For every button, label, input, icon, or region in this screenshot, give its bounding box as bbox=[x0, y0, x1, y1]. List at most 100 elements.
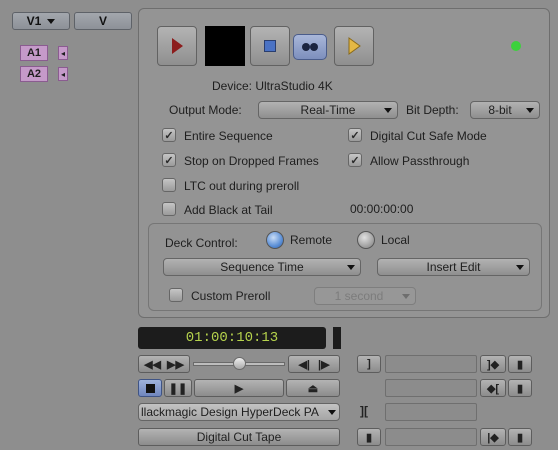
preroll-select[interactable]: 1 second bbox=[314, 287, 416, 305]
remote-radio[interactable] bbox=[266, 231, 284, 249]
shuttle-slider-thumb[interactable] bbox=[233, 357, 246, 370]
digital-cut-safe-mode-checkbox[interactable]: ✓ bbox=[348, 128, 362, 142]
a2-label: A2 bbox=[26, 68, 42, 80]
rewind-icon: ◀◀ bbox=[144, 358, 161, 371]
go-to-out-icon: ◆[ bbox=[486, 382, 500, 395]
allow-passthrough-label: Allow Passthrough bbox=[370, 154, 470, 168]
remote-label: Remote bbox=[290, 233, 333, 247]
output-mode-label: Output Mode: bbox=[169, 103, 242, 117]
deck-select[interactable]: llackmagic Design HyperDeck PA bbox=[138, 403, 340, 421]
a2-monitor-icon[interactable]: ◂ bbox=[58, 67, 68, 81]
pause-deck-button[interactable]: ❚❚ bbox=[164, 379, 192, 397]
a1-track-button[interactable]: A1 bbox=[20, 45, 48, 61]
clear-in-button[interactable]: ▮ bbox=[508, 355, 532, 373]
chevron-down-icon bbox=[47, 18, 56, 24]
duration-field[interactable] bbox=[385, 403, 477, 421]
checkmark-icon: ✓ bbox=[164, 154, 174, 167]
custom-preroll-checkbox[interactable] bbox=[169, 288, 183, 302]
status-indicator bbox=[511, 41, 521, 51]
deck-control-label: Deck Control: bbox=[165, 236, 238, 250]
play-icon bbox=[348, 37, 361, 55]
eject-button[interactable]: ⏏ bbox=[286, 379, 340, 397]
timecode-display: 01:00:10:13 bbox=[138, 327, 326, 349]
play-deck-button[interactable]: ▶ bbox=[194, 379, 284, 397]
a2-track-button[interactable]: A2 bbox=[20, 66, 48, 82]
v1-label: V1 bbox=[26, 14, 42, 28]
time-mode-value: Sequence Time bbox=[220, 260, 304, 274]
digital-cut-safe-mode-label: Digital Cut Safe Mode bbox=[370, 129, 487, 143]
mark-in-button[interactable]: ] bbox=[357, 355, 381, 373]
mark-in-field[interactable] bbox=[385, 355, 477, 373]
output-mode-value: Real-Time bbox=[300, 103, 356, 117]
chevron-down-icon bbox=[526, 108, 534, 113]
record-icon bbox=[172, 38, 183, 54]
clip-field[interactable] bbox=[385, 428, 477, 446]
checkmark-icon: ✓ bbox=[350, 129, 360, 142]
time-mode-select[interactable]: Sequence Time bbox=[163, 258, 361, 276]
stop-icon bbox=[264, 40, 276, 52]
clear-in-icon: ▮ bbox=[516, 358, 524, 371]
play-icon: ▶ bbox=[234, 382, 244, 395]
mark-in-icon: ] bbox=[367, 358, 371, 370]
allow-passthrough-checkbox[interactable]: ✓ bbox=[348, 153, 362, 167]
mark-out-field[interactable] bbox=[385, 379, 477, 397]
rewind-fastforward-buttons[interactable]: ◀◀ ▶▶ bbox=[138, 355, 190, 373]
bit-depth-value: 8-bit bbox=[488, 103, 512, 117]
entire-sequence-label: Entire Sequence bbox=[184, 129, 273, 143]
record-button[interactable] bbox=[157, 26, 197, 66]
digital-cut-tape-button[interactable]: Digital Cut Tape bbox=[138, 428, 340, 446]
tail-timecode: 00:00:00:00 bbox=[350, 202, 414, 216]
go-to-clip-button[interactable]: |◆ bbox=[480, 428, 506, 446]
play-button[interactable] bbox=[334, 26, 374, 66]
add-black-tail-checkbox[interactable] bbox=[162, 202, 176, 216]
output-mode-select[interactable]: Real-Time bbox=[258, 101, 398, 119]
chevron-down-icon bbox=[402, 294, 410, 299]
stop-on-dropped-frames-checkbox[interactable]: ✓ bbox=[162, 153, 176, 167]
custom-preroll-label: Custom Preroll bbox=[191, 289, 271, 303]
duration-icon: ][ bbox=[360, 404, 368, 418]
step-frame-buttons[interactable]: ◀| |▶ bbox=[288, 355, 340, 373]
entire-sequence-checkbox[interactable]: ✓ bbox=[162, 128, 176, 142]
go-to-clip-icon: |◆ bbox=[487, 431, 499, 444]
bit-depth-select[interactable]: 8-bit bbox=[470, 101, 540, 119]
stop-deck-button[interactable] bbox=[138, 379, 162, 397]
clear-clip-button[interactable]: ▮ bbox=[508, 428, 532, 446]
edit-mode-value: Insert Edit bbox=[426, 260, 481, 274]
local-label: Local bbox=[381, 233, 410, 247]
checkmark-icon: ✓ bbox=[164, 129, 174, 142]
stop-icon bbox=[145, 383, 155, 393]
a1-monitor-icon[interactable]: ◂ bbox=[58, 46, 68, 60]
stop-button[interactable] bbox=[250, 26, 290, 66]
ltc-out-preroll-checkbox[interactable] bbox=[162, 178, 176, 192]
a1-label: A1 bbox=[26, 47, 42, 59]
chevron-down-icon bbox=[328, 410, 336, 415]
stop-on-dropped-frames-label: Stop on Dropped Frames bbox=[184, 154, 319, 168]
clear-out-button[interactable]: ▮ bbox=[508, 379, 532, 397]
checkmark-icon: ✓ bbox=[350, 154, 360, 167]
add-black-tail-label: Add Black at Tail bbox=[184, 203, 273, 217]
device-label: Device: UltraStudio 4K bbox=[212, 79, 333, 93]
chevron-down-icon bbox=[384, 108, 392, 113]
v-track-button[interactable]: V bbox=[74, 12, 132, 30]
go-to-out-button[interactable]: ◆[ bbox=[480, 379, 506, 397]
pause-toggle-button[interactable] bbox=[293, 34, 327, 60]
chevron-down-icon bbox=[347, 265, 355, 270]
deck-name-value: llackmagic Design HyperDeck PA bbox=[141, 405, 319, 419]
preroll-value: 1 second bbox=[334, 289, 384, 303]
chevron-down-icon bbox=[516, 265, 524, 270]
digital-cut-tape-label: Digital Cut Tape bbox=[196, 430, 282, 444]
preview-monitor bbox=[205, 26, 245, 66]
clear-out-icon: ▮ bbox=[516, 382, 524, 395]
bit-depth-label: Bit Depth: bbox=[406, 103, 459, 117]
local-radio[interactable] bbox=[357, 231, 375, 249]
step-forward-icon: |▶ bbox=[318, 358, 330, 371]
v-label: V bbox=[98, 14, 107, 28]
pause-icon: ❚❚ bbox=[168, 382, 188, 395]
edit-mode-select[interactable]: Insert Edit bbox=[377, 258, 530, 276]
clear-clip-icon: ▮ bbox=[516, 431, 524, 444]
level-meter bbox=[333, 327, 341, 349]
dual-dot-icon bbox=[302, 43, 318, 51]
mark-clip-button[interactable]: ▮ bbox=[357, 428, 381, 446]
go-to-in-button[interactable]: ]◆ bbox=[480, 355, 506, 373]
v1-track-selector[interactable]: V1 bbox=[12, 12, 70, 30]
